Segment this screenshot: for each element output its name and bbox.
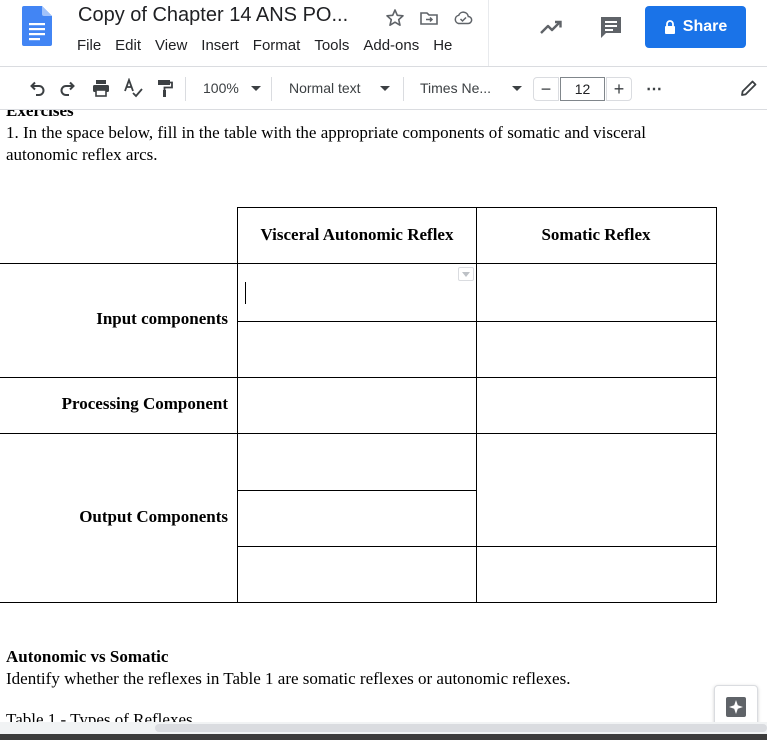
- document-page[interactable]: Exercises 1. In the space below, fill in…: [0, 110, 767, 740]
- exercise-intro-paragraph: 1. In the space below, fill in the table…: [6, 123, 646, 164]
- explore-icon: [726, 697, 746, 717]
- menu-file[interactable]: File: [77, 37, 101, 54]
- font-size-input[interactable]: 12: [560, 77, 605, 101]
- redo-icon[interactable]: [58, 78, 78, 98]
- table-line: [716, 207, 717, 603]
- zoom-chevron-down-icon[interactable]: [251, 86, 261, 91]
- paint-format-icon[interactable]: [155, 78, 175, 98]
- table-header-somatic: Somatic Reflex: [541, 225, 651, 244]
- print-icon[interactable]: [91, 78, 111, 98]
- comment-icon[interactable]: [598, 14, 624, 40]
- font-family-select[interactable]: Times Ne...: [420, 80, 491, 96]
- table-line: [0, 433, 717, 434]
- paragraph-style-select[interactable]: Normal text: [289, 80, 361, 96]
- bottom-strip: [0, 734, 767, 740]
- share-button[interactable]: Share: [645, 6, 746, 48]
- text-cursor: [245, 282, 246, 304]
- decrease-font-size-button[interactable]: −: [533, 77, 559, 101]
- scrollbar-thumb[interactable]: [155, 724, 767, 732]
- table-line: [237, 546, 717, 547]
- style-chevron-down-icon[interactable]: [380, 86, 390, 91]
- table-line: [237, 321, 717, 322]
- exercises-heading: Exercises: [6, 110, 74, 120]
- document-title[interactable]: Copy of Chapter 14 ANS PO...: [78, 4, 348, 27]
- table-line: [476, 207, 477, 603]
- toolbar: 100% Normal text Times Ne... − 12 + ⋯: [0, 66, 767, 110]
- title-bar: Copy of Chapter 14 ANS PO... File Edit Vie…: [0, 0, 767, 66]
- undo-icon[interactable]: [27, 78, 47, 98]
- table-line: [237, 207, 238, 603]
- row-label-output: Output Components: [79, 507, 228, 526]
- table-line: [0, 602, 717, 603]
- table-line: [0, 263, 717, 264]
- menu-edit[interactable]: Edit: [115, 37, 141, 54]
- cell-dropdown-chevron-icon[interactable]: [458, 267, 474, 281]
- menu-format[interactable]: Format: [253, 37, 301, 54]
- toolbar-separator: [185, 77, 186, 101]
- toolbar-separator: [403, 77, 404, 101]
- activity-trend-icon[interactable]: [539, 16, 565, 38]
- docs-logo-icon[interactable]: [22, 6, 52, 46]
- share-label: Share: [682, 18, 728, 35]
- table-header-visceral: Visceral Autonomic Reflex: [260, 225, 454, 244]
- menu-insert[interactable]: Insert: [201, 37, 239, 54]
- spellcheck-icon[interactable]: [123, 78, 143, 98]
- title-divider: [488, 0, 489, 66]
- horizontal-scrollbar[interactable]: [0, 722, 767, 734]
- toolbar-separator: [271, 77, 272, 101]
- move-to-folder-icon[interactable]: [419, 8, 439, 28]
- table-line: [237, 490, 477, 491]
- edit-pencil-icon[interactable]: [739, 78, 759, 98]
- table-caption: Table 1 - Types of Reflexes: [6, 710, 193, 722]
- font-chevron-down-icon[interactable]: [512, 86, 522, 91]
- menu-view[interactable]: View: [155, 37, 187, 54]
- section-paragraph: Identify whether the reflexes in Table 1…: [6, 669, 571, 688]
- menu-bar: File Edit View Insert Format Tools Add-ons He: [77, 37, 487, 57]
- section-title: Autonomic vs Somatic: [6, 647, 169, 666]
- row-label-input: Input components: [96, 309, 228, 328]
- increase-font-size-button[interactable]: +: [606, 77, 632, 101]
- menu-help[interactable]: He: [433, 37, 452, 54]
- menu-tools[interactable]: Tools: [314, 37, 349, 54]
- cloud-saved-icon[interactable]: [453, 8, 473, 28]
- table-line: [0, 377, 717, 378]
- more-options-icon[interactable]: ⋯: [646, 79, 663, 99]
- table-line: [237, 207, 717, 208]
- star-icon[interactable]: [385, 8, 405, 28]
- row-label-processing: Processing Component: [61, 394, 228, 413]
- zoom-select[interactable]: 100%: [203, 80, 239, 96]
- menu-add-ons[interactable]: Add-ons: [363, 37, 419, 54]
- lock-icon: [664, 20, 675, 34]
